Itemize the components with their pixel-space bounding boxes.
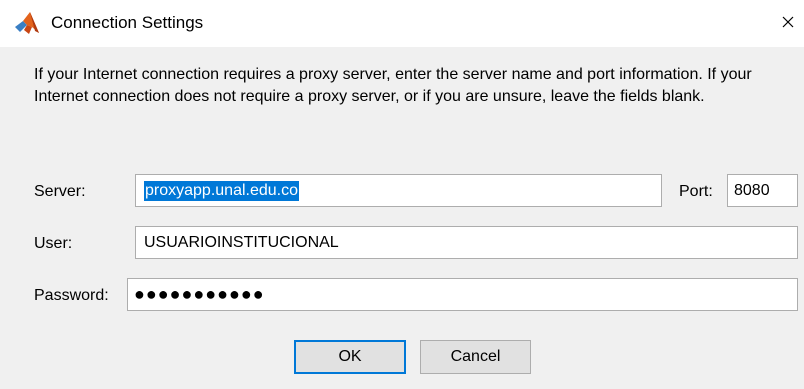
matlab-logo-icon — [15, 12, 39, 34]
window-title: Connection Settings — [51, 13, 204, 32]
password-input[interactable]: ●●●●●●●●●●● — [127, 278, 798, 311]
title-bar[interactable]: Connection Settings — [0, 0, 804, 47]
dialog-body: If your Internet connection requires a p… — [0, 47, 804, 389]
password-label: Password: — [34, 287, 109, 304]
connection-settings-dialog: Connection Settings If your Internet con… — [0, 0, 804, 389]
user-label: User: — [34, 235, 73, 252]
close-button[interactable] — [772, 6, 804, 38]
server-input-value: proxyapp.unal.edu.co — [144, 181, 299, 201]
user-input[interactable]: USUARIOINSTITUCIONAL — [135, 226, 798, 259]
user-input-value: USUARIOINSTITUCIONAL — [144, 234, 339, 251]
port-input-value: 8080 — [734, 182, 770, 199]
ok-button[interactable]: OK — [294, 340, 406, 374]
server-input[interactable]: proxyapp.unal.edu.co — [135, 174, 662, 207]
server-label: Server: — [34, 183, 86, 200]
cancel-button[interactable]: Cancel — [420, 340, 531, 374]
port-input[interactable]: 8080 — [727, 174, 798, 207]
port-label: Port: — [679, 183, 713, 200]
proxy-description: If your Internet connection requires a p… — [34, 66, 752, 105]
close-icon — [782, 16, 794, 28]
password-input-mask: ●●●●●●●●●●● — [134, 284, 265, 304]
